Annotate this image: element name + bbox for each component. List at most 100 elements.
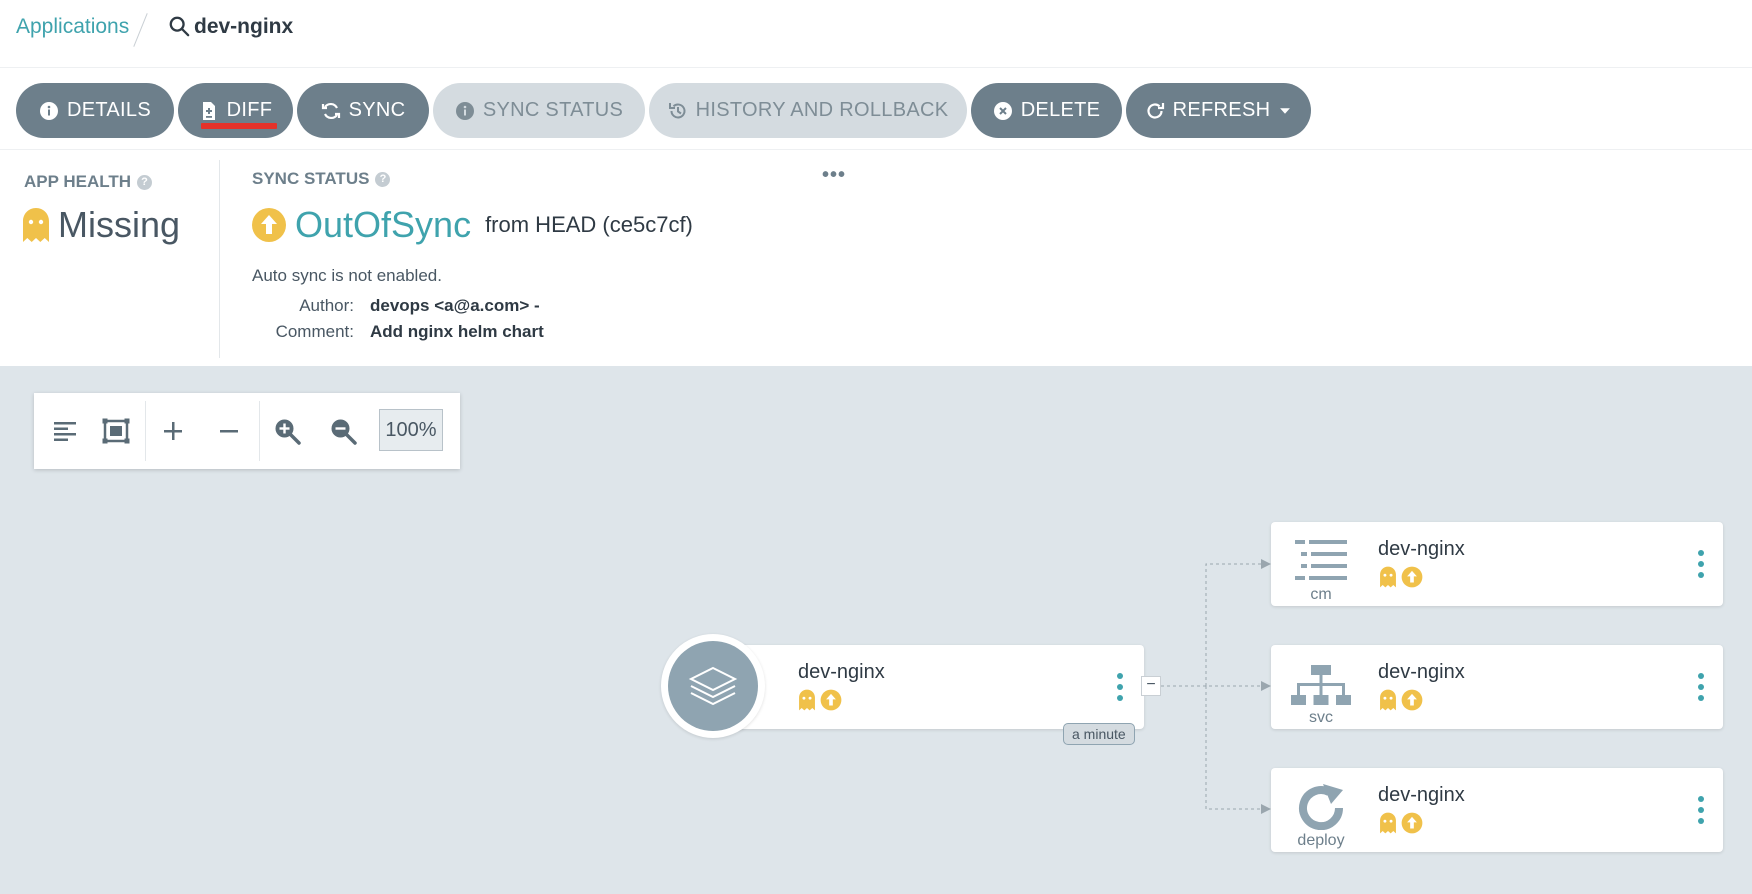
sync-button[interactable]: SYNC xyxy=(297,83,429,138)
sync-status-heading: SYNC STATUS ? xyxy=(252,169,391,189)
align-left-icon xyxy=(54,422,76,441)
fit-screen-icon xyxy=(102,418,130,444)
breadcrumb-applications-link[interactable]: Applications xyxy=(16,15,129,39)
author-value: devops <a@a.com> - xyxy=(370,296,540,315)
app-health-text: Missing xyxy=(58,204,181,245)
ghost-icon xyxy=(1380,689,1396,711)
ghost-icon xyxy=(1380,566,1396,588)
out-of-sync-icon xyxy=(252,208,286,242)
out-of-sync-icon xyxy=(1401,812,1423,834)
sync-button-label: SYNC xyxy=(348,99,406,121)
configmap-node-menu-button[interactable] xyxy=(1697,550,1705,578)
graph-controls: 100% xyxy=(34,393,460,469)
diff-button[interactable]: DIFF xyxy=(178,83,293,138)
history-icon xyxy=(668,102,686,118)
service-node-menu-button[interactable] xyxy=(1697,673,1705,701)
fit-screen-button[interactable] xyxy=(98,413,134,449)
diff-highlight-underline xyxy=(201,123,277,129)
author-label: Author: xyxy=(299,296,354,315)
ghost-icon xyxy=(1380,812,1396,834)
zoom-level-display[interactable]: 100% xyxy=(379,409,443,451)
delete-button-label: DELETE xyxy=(1020,99,1101,121)
out-of-sync-icon xyxy=(820,689,842,711)
comment-row: Comment: xyxy=(250,322,354,344)
configmap-icon xyxy=(1295,540,1347,580)
configmap-kind-label: cm xyxy=(1310,586,1332,603)
sync-status-button[interactable]: SYNC STATUS xyxy=(433,83,645,138)
sync-status-value: OutOfSync from HEAD (ce5c7cf) xyxy=(251,204,693,246)
details-button-label: DETAILS xyxy=(67,99,151,121)
info-icon xyxy=(40,101,58,120)
breadcrumb: Applications dev-nginx xyxy=(0,0,1752,68)
panel-divider xyxy=(219,160,220,358)
collapse-all-button[interactable] xyxy=(211,413,247,449)
zoom-in-icon xyxy=(275,419,301,445)
app-toolbar: DETAILS DIFF SYNC SYNC STATUS HISTORY AN… xyxy=(0,68,1752,150)
configmap-node-status xyxy=(1379,566,1423,588)
breadcrumb-current-app[interactable]: dev-nginx xyxy=(194,15,293,39)
service-node-status xyxy=(1379,689,1423,711)
layers-icon xyxy=(688,666,738,706)
zoom-in-button[interactable] xyxy=(269,413,305,449)
sync-status-text[interactable]: OutOfSync xyxy=(295,204,471,246)
app-health-label: APP HEALTH xyxy=(24,172,132,191)
toolbar-divider xyxy=(145,401,146,461)
out-of-sync-icon xyxy=(1401,689,1423,711)
collapse-node-button[interactable]: − xyxy=(1141,676,1161,696)
app-node[interactable]: dev-nginx xyxy=(712,645,1144,729)
comment-value-wrap: Add nginx helm chart xyxy=(370,322,670,344)
delete-button[interactable]: DELETE xyxy=(971,83,1122,138)
caret-down-icon xyxy=(1280,107,1291,114)
app-status-panel: APP HEALTH ? Missing SYNC STATUS ? ••• O… xyxy=(0,150,1752,366)
deployment-node-menu-button[interactable] xyxy=(1697,796,1705,824)
file-diff-icon xyxy=(202,101,215,120)
app-node-status xyxy=(798,689,842,711)
details-button[interactable]: DETAILS xyxy=(16,83,174,138)
ghost-icon xyxy=(23,208,49,242)
breadcrumb-separator xyxy=(133,13,148,47)
service-icon xyxy=(1291,665,1351,705)
expand-all-button[interactable] xyxy=(155,413,191,449)
app-node-name: dev-nginx xyxy=(798,661,885,683)
service-node[interactable]: svc dev-nginx xyxy=(1271,645,1723,729)
deployment-kind-label: deploy xyxy=(1297,832,1345,849)
zoom-out-button[interactable] xyxy=(325,413,361,449)
plus-icon xyxy=(164,422,182,440)
deployment-node-status xyxy=(1379,812,1423,834)
zoom-out-icon xyxy=(331,419,357,445)
app-node-icon-circle xyxy=(661,634,765,738)
author-row: Author: xyxy=(250,296,354,318)
help-icon[interactable]: ? xyxy=(137,174,153,190)
history-rollback-button[interactable]: HISTORY AND ROLLBACK xyxy=(649,83,967,138)
configmap-node[interactable]: cm dev-nginx xyxy=(1271,522,1723,606)
history-rollback-button-label: HISTORY AND ROLLBACK xyxy=(695,99,949,121)
deployment-icon xyxy=(1299,784,1344,830)
search-icon[interactable] xyxy=(168,15,190,37)
diff-button-label: DIFF xyxy=(226,99,273,121)
deployment-node-name: dev-nginx xyxy=(1378,784,1465,806)
minus-icon xyxy=(220,430,238,433)
sync-time-badge: a minute xyxy=(1063,723,1135,745)
app-health-value: Missing xyxy=(22,204,180,246)
refresh-button-label: REFRESH xyxy=(1172,99,1271,121)
refresh-icon xyxy=(1147,102,1164,119)
help-icon[interactable]: ? xyxy=(375,171,391,187)
deployment-node[interactable]: deploy dev-nginx xyxy=(1271,768,1723,852)
app-node-menu-button[interactable] xyxy=(1116,673,1124,701)
configmap-node-name: dev-nginx xyxy=(1378,538,1465,560)
tree-view-button[interactable] xyxy=(47,413,83,449)
service-kind-label: svc xyxy=(1309,709,1333,726)
comment-value: Add nginx helm chart xyxy=(370,322,544,341)
out-of-sync-icon xyxy=(1401,566,1423,588)
toolbar-divider xyxy=(259,401,260,461)
sync-status-button-label: SYNC STATUS xyxy=(482,99,624,121)
service-node-name: dev-nginx xyxy=(1378,661,1465,683)
close-circle-icon xyxy=(993,101,1012,120)
auto-sync-text: Auto sync is not enabled. xyxy=(252,266,442,285)
refresh-button[interactable]: REFRESH xyxy=(1126,83,1311,138)
app-health-heading: APP HEALTH ? xyxy=(24,172,153,192)
more-options-icon[interactable]: ••• xyxy=(822,164,846,187)
sync-revision: from HEAD (ce5c7cf) xyxy=(485,212,693,237)
info-icon xyxy=(455,101,474,120)
ghost-icon xyxy=(799,689,815,711)
